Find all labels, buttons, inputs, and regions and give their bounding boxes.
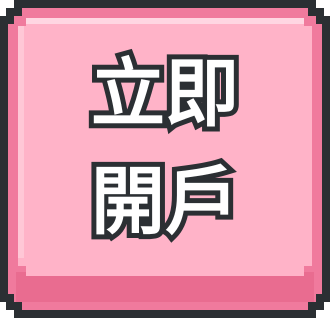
button-label-line1: 立即: [86, 51, 244, 137]
open-account-button[interactable]: 立即 開戶: [0, 0, 330, 318]
button-label-line2: 開戶: [86, 159, 244, 245]
